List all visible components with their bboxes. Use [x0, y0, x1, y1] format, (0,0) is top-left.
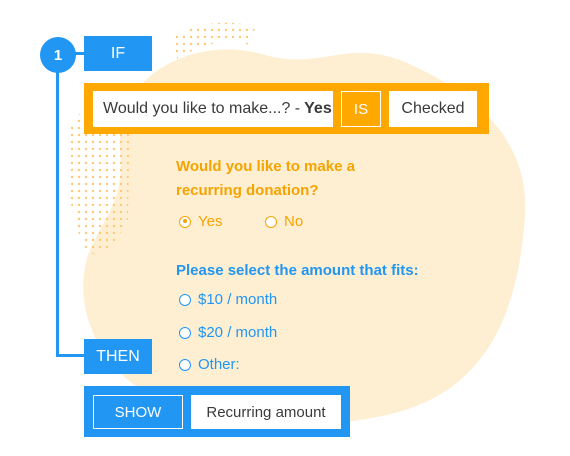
radio-option-label: No: [284, 213, 304, 230]
radio-option-10-month[interactable]: $10 / month: [179, 291, 277, 308]
condition-answer-text: Yes: [304, 100, 332, 117]
condition-field-select[interactable]: Would you like to make...? - Yes: [93, 91, 333, 127]
radio-option-label: Other:: [198, 356, 240, 373]
radio-option-label: $20 / month: [198, 324, 278, 341]
action-verb-select[interactable]: SHOW: [93, 395, 183, 429]
condition-question-text: Would you like to make...? -: [103, 100, 301, 117]
radio-option-label: $10 / month: [198, 291, 278, 308]
radio-option-yes[interactable]: Yes: [179, 213, 222, 230]
radio-unchecked-icon: [179, 358, 191, 371]
radio-option-other[interactable]: Other:: [179, 356, 240, 373]
tree-connector-vertical: [56, 72, 59, 357]
radio-option-20-month[interactable]: $20 / month: [179, 324, 277, 341]
radio-unchecked-icon: [179, 293, 191, 306]
radio-option-no[interactable]: No: [265, 213, 303, 230]
condition-value-select[interactable]: Checked: [389, 91, 477, 127]
question-recurring-donation: Would you like to make a recurring donat…: [176, 158, 355, 199]
radio-checked-icon: [179, 215, 191, 228]
radio-option-label: Yes: [198, 213, 223, 230]
action-target-select[interactable]: Recurring amount: [191, 395, 341, 429]
question-amount: Please select the amount that fits:: [176, 262, 419, 279]
step-number-badge: 1: [40, 37, 76, 73]
radio-unchecked-icon: [265, 215, 277, 228]
tree-connector-then: [56, 354, 86, 357]
condition-operator-select[interactable]: IS: [341, 91, 381, 127]
if-label: IF: [84, 36, 152, 71]
then-label: THEN: [84, 339, 152, 374]
radio-unchecked-icon: [179, 326, 191, 339]
